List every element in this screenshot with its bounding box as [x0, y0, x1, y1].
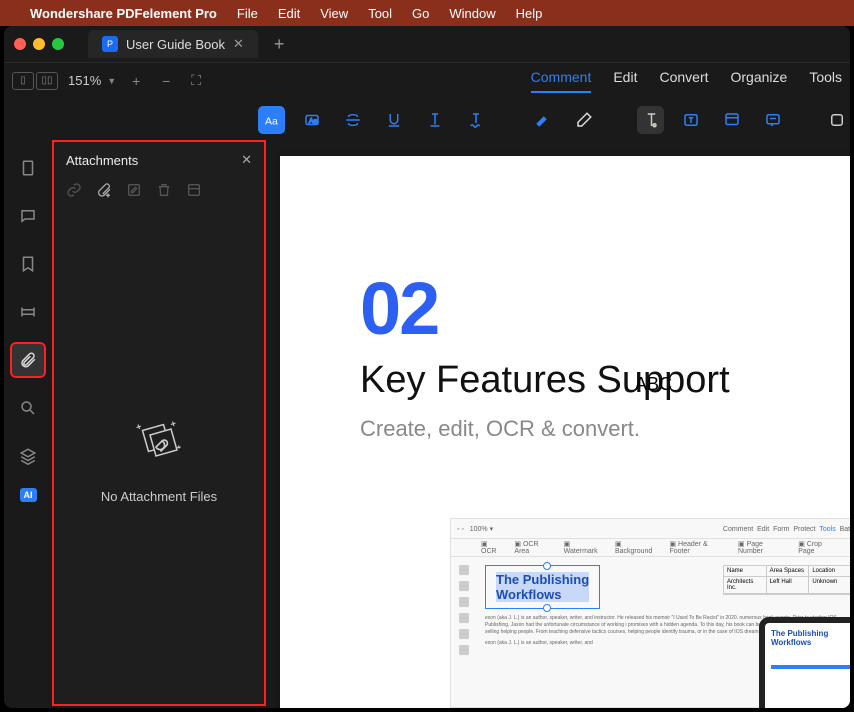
tablet-mockup: The PublishingWorkflows — [759, 617, 850, 708]
note-tool[interactable] — [719, 106, 746, 134]
highlighter-tool[interactable] — [529, 106, 556, 134]
macos-menubar: Wondershare PDFelement Pro File Edit Vie… — [0, 0, 854, 26]
app-window: P User Guide Book ✕ + ▯ ▯▯ 151% ▼ + − ⛶ … — [4, 26, 850, 708]
svg-text:Aa: Aa — [309, 118, 318, 125]
top-toolbar: ▯ ▯▯ 151% ▼ + − ⛶ Comment Edit Convert O… — [4, 62, 850, 98]
attachments-icon[interactable] — [12, 344, 44, 376]
menu-go[interactable]: Go — [412, 6, 429, 21]
edit-attachment-icon[interactable] — [126, 182, 142, 201]
document-tab[interactable]: P User Guide Book ✕ — [88, 30, 258, 58]
strikethrough-tool[interactable] — [340, 106, 367, 134]
close-window-button[interactable] — [14, 38, 26, 50]
zoom-value: 151% — [68, 73, 101, 88]
tab-title: User Guide Book — [126, 37, 225, 52]
minimize-window-button[interactable] — [33, 38, 45, 50]
fit-button[interactable]: ⛶ — [186, 72, 206, 89]
tab-comment[interactable]: Comment — [531, 69, 592, 93]
traffic-lights — [14, 38, 64, 50]
empty-text: No Attachment Files — [101, 489, 217, 504]
fields-icon[interactable] — [12, 296, 44, 328]
menu-view[interactable]: View — [320, 6, 348, 21]
zoom-level[interactable]: 151% ▼ — [68, 73, 116, 88]
pdf-page: 02 ABC Key Features Support Create, edit… — [280, 156, 850, 708]
preview-table: NameArea SpacesLocation Architects Inc.L… — [723, 565, 850, 595]
view-mode-toggle[interactable]: ▯ ▯▯ — [12, 72, 58, 90]
attachments-panel: Attachments ✕ No At — [54, 142, 264, 704]
single-page-icon[interactable]: ▯ — [12, 72, 34, 90]
caret-tool[interactable] — [422, 106, 449, 134]
empty-attachment-icon — [129, 411, 189, 471]
menu-help[interactable]: Help — [516, 6, 543, 21]
link-attachment-icon[interactable] — [66, 182, 82, 201]
mode-tabs: Comment Edit Convert Organize Tools — [531, 69, 842, 93]
text-tool[interactable]: Aa — [258, 106, 285, 134]
shape-tool[interactable] — [823, 106, 850, 134]
panel-title: Attachments — [66, 153, 138, 168]
comments-icon[interactable] — [12, 200, 44, 232]
menu-edit[interactable]: Edit — [278, 6, 300, 21]
delete-attachment-icon[interactable] — [156, 182, 172, 201]
menu-tool[interactable]: Tool — [368, 6, 392, 21]
comment-tool[interactable] — [760, 106, 787, 134]
left-sidebar: AI — [4, 142, 52, 708]
squiggly-tool[interactable] — [463, 106, 490, 134]
zoom-out-button[interactable]: − — [156, 73, 176, 89]
close-panel-icon[interactable]: ✕ — [241, 152, 252, 168]
maximize-window-button[interactable] — [52, 38, 64, 50]
pdf-icon: P — [102, 36, 118, 52]
search-icon[interactable] — [12, 392, 44, 424]
area-highlight-tool[interactable]: Aa — [299, 106, 326, 134]
save-attachment-icon[interactable] — [186, 182, 202, 201]
annotation-text[interactable]: ABC — [635, 374, 672, 395]
two-page-icon[interactable]: ▯▯ — [36, 72, 58, 90]
embedded-screenshot: ◦ ◦ 100% ▾ Comment Edit Form Protect Too… — [450, 518, 850, 708]
eraser-tool[interactable] — [570, 106, 597, 134]
thumbnails-icon[interactable] — [12, 152, 44, 184]
annotation-toolbar: Aa Aa — [4, 98, 850, 142]
menu-window[interactable]: Window — [449, 6, 495, 21]
tab-convert[interactable]: Convert — [659, 69, 708, 93]
close-tab-icon[interactable]: ✕ — [233, 36, 244, 52]
page-heading: Key Features Support — [360, 359, 850, 402]
document-viewport[interactable]: 02 ABC Key Features Support Create, edit… — [266, 142, 850, 708]
chapter-number: 02 — [360, 266, 850, 351]
panel-toolbar — [54, 178, 264, 211]
panel-empty-state: No Attachment Files — [54, 211, 264, 704]
selection-box: The Publishing Workflows — [485, 565, 600, 609]
underline-tool[interactable] — [381, 106, 408, 134]
zoom-in-button[interactable]: + — [126, 73, 146, 89]
tab-tools[interactable]: Tools — [809, 69, 842, 93]
chevron-down-icon: ▼ — [107, 76, 116, 86]
app-name[interactable]: Wondershare PDFelement Pro — [30, 6, 217, 21]
tab-organize[interactable]: Organize — [731, 69, 788, 93]
bookmarks-icon[interactable] — [12, 248, 44, 280]
page-subheading: Create, edit, OCR & convert. — [360, 416, 850, 442]
ai-badge[interactable]: AI — [20, 488, 37, 502]
add-attachment-icon[interactable] — [96, 182, 112, 201]
menu-file[interactable]: File — [237, 6, 258, 21]
text-box-tool[interactable] — [678, 106, 705, 134]
tab-edit[interactable]: Edit — [613, 69, 637, 93]
titlebar: P User Guide Book ✕ + — [4, 26, 850, 62]
text-callout-tool[interactable] — [637, 106, 664, 134]
layers-icon[interactable] — [12, 440, 44, 472]
svg-text:Aa: Aa — [265, 116, 278, 128]
new-tab-button[interactable]: + — [274, 34, 285, 55]
